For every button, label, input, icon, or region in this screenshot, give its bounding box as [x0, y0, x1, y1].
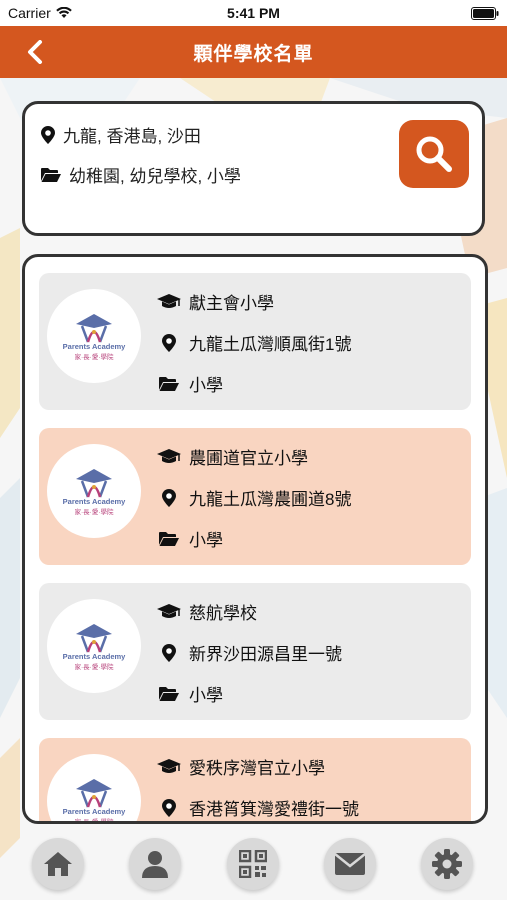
school-list-item[interactable]: Parents Academy 家·長·愛·學院 獻主會小學 九龍土瓜灣順風街1… — [39, 273, 471, 410]
logo-chinese-text: 家·長·愛·學院 — [74, 508, 114, 516]
school-type: 小學 — [189, 376, 223, 395]
qr-code-icon — [239, 850, 267, 878]
school-address: 新界沙田源昌里一號 — [189, 645, 342, 664]
parents-academy-logo-icon — [76, 468, 112, 497]
school-type-filter-label: 幼稚園, 幼兒學校, 小學 — [69, 167, 241, 186]
location-pin-icon — [157, 333, 181, 352]
logo-chinese-text: 家·長·愛·學院 — [74, 353, 114, 361]
school-list-item[interactable]: Parents Academy 家·長·愛·學院 愛秩序灣官立小學 香港筲箕灣愛… — [39, 738, 471, 824]
parents-academy-logo-icon — [76, 778, 112, 807]
graduation-cap-icon — [157, 603, 181, 620]
folder-open-icon — [157, 531, 181, 547]
school-list-item[interactable]: Parents Academy 家·長·愛·學院 慈航學校 新界沙田源昌里一號 — [39, 583, 471, 720]
region-filter[interactable]: 九龍, 香港島, 沙田 — [41, 122, 201, 147]
location-pin-icon — [157, 488, 181, 507]
school-name-row: 獻主會小學 — [157, 289, 274, 314]
status-time: 5:41 PM — [227, 5, 280, 21]
logo-english-text: Parents Academy — [62, 496, 126, 506]
parents-academy-logo-icon — [76, 623, 112, 652]
search-filter-card: 九龍, 香港島, 沙田 幼稚園, 幼兒學校, 小學 — [22, 101, 485, 236]
tab-home[interactable] — [32, 838, 84, 890]
school-logo: Parents Academy 家·長·愛·學院 — [47, 754, 141, 824]
school-type-row: 小學 — [157, 681, 223, 706]
school-address-row: 新界沙田源昌里一號 — [157, 640, 342, 665]
location-pin-icon — [157, 798, 181, 817]
school-logo: Parents Academy 家·長·愛·學院 — [47, 289, 141, 383]
school-address-row: 香港筲箕灣愛禮街一號 — [157, 795, 359, 820]
home-icon — [44, 852, 72, 876]
logo-chinese-text: 家·長·愛·學院 — [74, 663, 114, 671]
school-name-row: 農圃道官立小學 — [157, 444, 308, 469]
tab-profile[interactable] — [129, 838, 181, 890]
school-list[interactable]: Parents Academy 家·長·愛·學院 獻主會小學 九龍土瓜灣順風街1… — [39, 273, 471, 824]
school-logo: Parents Academy 家·長·愛·學院 — [47, 444, 141, 538]
school-name: 慈航學校 — [189, 604, 257, 623]
school-address: 九龍土瓜灣順風街1號 — [189, 335, 352, 354]
school-name-row: 愛秩序灣官立小學 — [157, 754, 325, 779]
logo-english-text: Parents Academy — [62, 341, 126, 351]
tab-settings[interactable] — [421, 838, 473, 890]
user-icon — [142, 851, 168, 878]
school-name: 農圃道官立小學 — [189, 449, 308, 468]
search-icon — [416, 136, 452, 172]
school-type: 小學 — [189, 531, 223, 550]
school-logo: Parents Academy 家·長·愛·學院 — [47, 599, 141, 693]
search-button[interactable] — [399, 120, 469, 188]
folder-open-icon — [41, 167, 61, 182]
school-list-card: Parents Academy 家·長·愛·學院 獻主會小學 九龍土瓜灣順風街1… — [22, 254, 488, 824]
school-name-row: 慈航學校 — [157, 599, 257, 624]
school-name: 獻主會小學 — [189, 294, 274, 313]
school-type-filter[interactable]: 幼稚園, 幼兒學校, 小學 — [41, 162, 241, 187]
location-pin-icon — [157, 643, 181, 662]
back-button[interactable] — [20, 38, 50, 66]
chevron-left-icon — [28, 40, 42, 64]
tab-qr-code[interactable] — [227, 838, 279, 890]
school-address: 九龍土瓜灣農圃道8號 — [189, 490, 352, 509]
graduation-cap-icon — [157, 448, 181, 465]
settings-icon — [432, 849, 462, 879]
location-pin-icon — [41, 125, 55, 144]
school-name: 愛秩序灣官立小學 — [189, 759, 325, 778]
logo-chinese-text: 家·長·愛·學院 — [74, 818, 114, 824]
mail-icon — [334, 853, 366, 875]
tab-messages[interactable] — [324, 838, 376, 890]
logo-english-text: Parents Academy — [62, 651, 126, 661]
school-type: 小學 — [189, 686, 223, 705]
school-list-item[interactable]: Parents Academy 家·長·愛·學院 農圃道官立小學 九龍土瓜灣農圃… — [39, 428, 471, 565]
status-bar: Carrier 5:41 PM — [0, 0, 507, 26]
page-title: 顆伴學校名單 — [193, 43, 314, 65]
graduation-cap-icon — [157, 293, 181, 310]
folder-open-icon — [157, 686, 181, 702]
school-type-row: 小學 — [157, 526, 223, 551]
bottom-tab-bar — [0, 830, 507, 900]
folder-open-icon — [157, 376, 181, 392]
logo-english-text: Parents Academy — [62, 806, 126, 816]
school-address: 香港筲箕灣愛禮街一號 — [189, 800, 359, 819]
school-type-row: 小學 — [157, 371, 223, 396]
nav-bar: 顆伴學校名單 — [0, 26, 507, 78]
region-filter-label: 九龍, 香港島, 沙田 — [63, 127, 201, 146]
parents-academy-logo-icon — [76, 313, 112, 342]
school-address-row: 九龍土瓜灣順風街1號 — [157, 330, 351, 355]
graduation-cap-icon — [157, 758, 181, 775]
school-address-row: 九龍土瓜灣農圃道8號 — [157, 485, 351, 510]
